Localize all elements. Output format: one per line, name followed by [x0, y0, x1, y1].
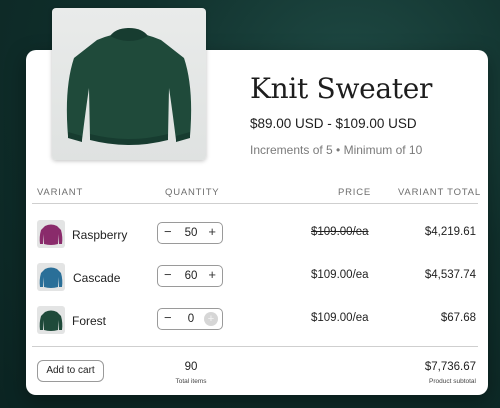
variant-total: $4,537.74	[424, 269, 476, 281]
unit-price: $109.00/ea	[311, 312, 369, 324]
product-subtotal-label: Product subtotal	[429, 378, 476, 385]
increment-button[interactable]: +	[208, 267, 216, 282]
footer-divider	[32, 346, 478, 347]
add-to-cart-button[interactable]: Add to cart	[37, 360, 104, 382]
unit-price: $109.00/ea	[311, 269, 369, 281]
variant-row-raspberry: Raspberry − 50 + $109.00/ea $4,219.61	[0, 220, 500, 252]
variant-name: Cascade	[73, 271, 121, 285]
increment-button-disabled[interactable]: +	[204, 312, 218, 326]
sweater-illustration	[66, 28, 192, 145]
cascade-swatch	[37, 263, 65, 291]
variant-row-forest: Forest − 0 + $109.00/ea $67.68	[0, 306, 500, 338]
sweater-image	[52, 8, 206, 160]
increment-button[interactable]: +	[208, 224, 216, 239]
product-title: Knit Sweater	[250, 72, 433, 105]
variant-total: $67.68	[440, 312, 476, 324]
header-variant-total: VARIANT TOTAL	[398, 187, 481, 198]
quantity-stepper: − 0 +	[157, 308, 223, 330]
header-quantity: QUANTITY	[165, 187, 220, 198]
total-items-label: Total items	[175, 378, 207, 385]
quantity-stepper: − 60 +	[157, 265, 223, 287]
quantity-rules: Increments of 5 • Minimum of 10	[250, 143, 423, 157]
header-price: PRICE	[338, 187, 372, 198]
header-divider	[32, 203, 478, 204]
variant-row-cascade: Cascade − 60 + $109.00/ea $4,537.74	[0, 263, 500, 295]
variant-total: $4,219.61	[424, 226, 476, 238]
raspberry-swatch	[37, 220, 65, 248]
product-subtotal-value: $7,736.67	[424, 361, 476, 373]
quantity-stepper: − 50 +	[157, 222, 223, 244]
variant-name: Forest	[72, 314, 107, 328]
unit-price: $109.00/ea	[311, 226, 369, 238]
total-items-value: 90	[184, 361, 198, 373]
price-range: $89.00 USD - $109.00 USD	[250, 116, 417, 131]
forest-swatch	[37, 306, 65, 334]
header-variant: VARIANT	[37, 187, 84, 198]
variant-name: Raspberry	[72, 228, 128, 242]
